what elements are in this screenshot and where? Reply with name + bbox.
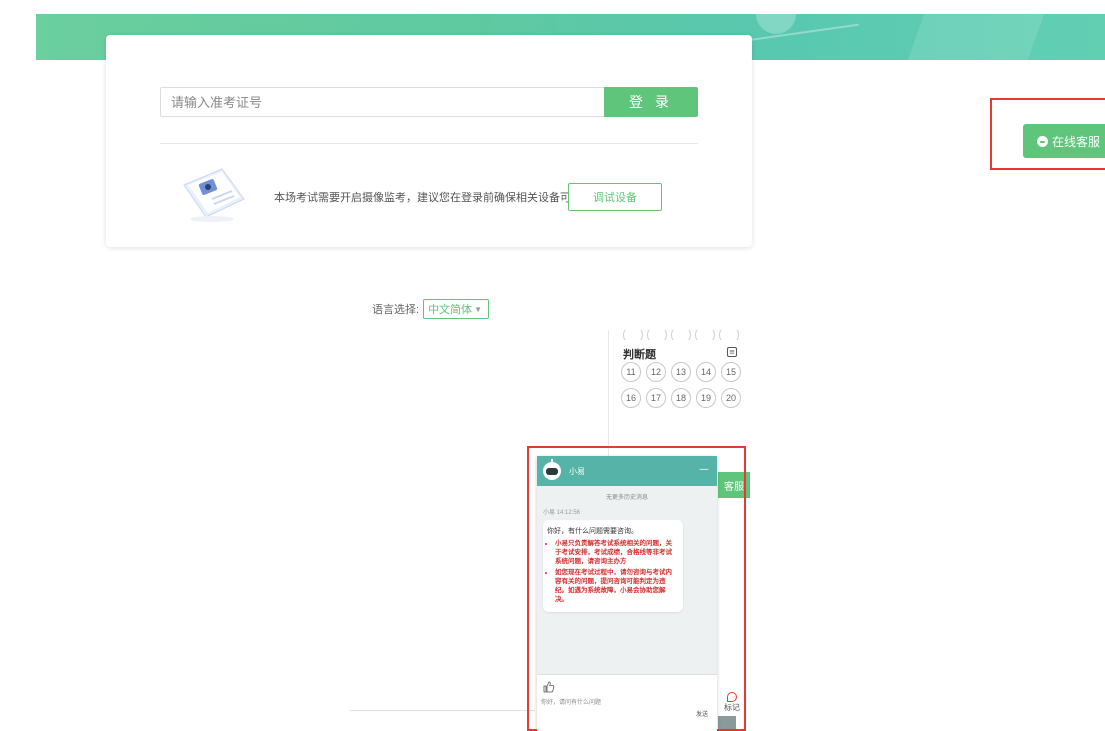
question-number[interactable]: 15 <box>721 362 741 382</box>
message-meta: 小易 14:12:56 <box>543 510 581 516</box>
chat-bubble-icon <box>1037 135 1048 147</box>
minimize-icon[interactable]: — <box>699 464 709 475</box>
login-card: 登 录 本场考试需要开启摄像监考，建议您在登录前确保相关设备可用。 调试设备 <box>106 35 752 247</box>
language-label: 语言选择: <box>372 304 420 316</box>
card-divider <box>160 143 698 144</box>
notice-item: 如您现在考试过程中，请勿咨询与考试内容有关的问题，提问咨询可能判定为违纪。如遇为… <box>555 568 677 604</box>
question-number[interactable]: 11 <box>621 362 641 382</box>
login-button[interactable]: 登 录 <box>604 87 698 117</box>
language-select[interactable]: 中文简体 ▼ <box>423 299 490 319</box>
test-device-button[interactable]: 调试设备 <box>568 183 662 211</box>
chat-input-area: 发送 <box>537 674 717 731</box>
collapse-icon[interactable]: ≡ <box>727 347 737 357</box>
question-number[interactable]: 14 <box>696 362 716 382</box>
notice-item: 小易只负责解答考试系统相关的问题，关于考试安排，考试成绩，合格线等非考试系统问题… <box>555 539 677 566</box>
camera-illustration-icon <box>178 163 248 223</box>
caret-down-icon: ▼ <box>474 304 483 314</box>
question-number-grid: 11 12 13 14 15 16 17 18 19 20 <box>621 362 745 408</box>
greeting-text: 你好，有什么问题需要咨询。 <box>547 528 638 535</box>
banner-decoration <box>907 14 1045 60</box>
question-number[interactable]: 13 <box>671 362 691 382</box>
bot-message-bubble: 你好，有什么问题需要咨询。 小易只负责解答考试系统相关的问题，关于考试安排，考试… <box>543 520 683 612</box>
section-title: 判断题 <box>623 349 656 361</box>
exam-ticket-input[interactable] <box>160 87 606 117</box>
footer-divider <box>350 710 535 711</box>
notice-list: 小易只负责解答考试系统相关的问题，关于考试安排，考试成绩，合格线等非考试系统问题… <box>547 539 677 604</box>
chat-window: 小易 — 无更多历史消息 小易 14:12:56 你好，有什么问题需要咨询。 小… <box>537 456 717 731</box>
load-more-history[interactable]: 无更多历史消息 <box>537 492 717 501</box>
question-number[interactable]: 16 <box>621 388 641 408</box>
camera-notice-text: 本场考试需要开启摄像监考，建议您在登录前确保相关设备可用。 <box>274 192 593 204</box>
send-button[interactable]: 发送 <box>691 707 713 719</box>
question-number[interactable]: 19 <box>696 388 716 408</box>
chat-header: 小易 — <box>537 456 717 486</box>
thumbs-up-icon[interactable] <box>543 681 555 693</box>
question-number[interactable]: 20 <box>721 388 741 408</box>
language-selected-value: 中文简体 <box>428 304 473 316</box>
question-row-partial <box>623 330 743 340</box>
online-customer-service-button[interactable]: 在线客服 <box>1023 124 1105 158</box>
question-number[interactable]: 18 <box>671 388 691 408</box>
language-selector-row: 语言选择: 中文简体 ▼ <box>372 298 490 320</box>
customer-service-label: 在线客服 <box>1052 134 1101 149</box>
robot-avatar-icon <box>543 459 561 480</box>
chat-message-input[interactable] <box>541 697 681 709</box>
bot-name: 小易 <box>569 466 585 476</box>
question-number[interactable]: 17 <box>646 388 666 408</box>
question-number[interactable]: 12 <box>646 362 666 382</box>
